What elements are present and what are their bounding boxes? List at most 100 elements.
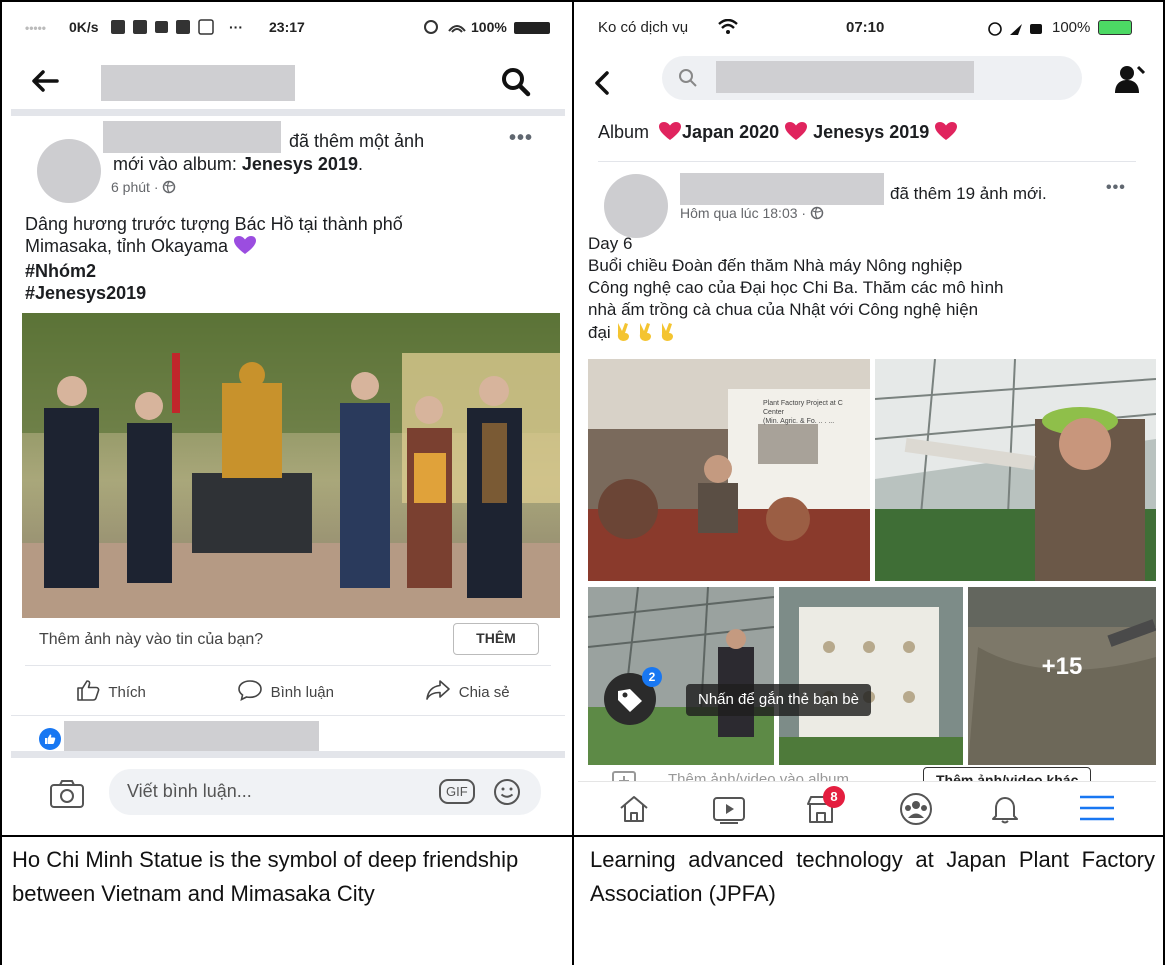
- share-arrow-icon: [425, 679, 451, 705]
- gif-icon[interactable]: GIF: [439, 779, 475, 804]
- battery-icon: [514, 22, 550, 34]
- wifi-icon: [718, 18, 738, 39]
- avatar[interactable]: [604, 174, 668, 238]
- right-phone-screenshot: Ko có dịch vụ 07:10 100% Album Japan 202…: [578, 11, 1156, 835]
- reactors-redacted[interactable]: [64, 721, 319, 755]
- post-timestamp[interactable]: Hôm qua lúc 18:03 ·: [680, 205, 824, 223]
- carrier-label: Ko có dịch vụ: [598, 19, 689, 36]
- status-bar: ••••• 0K/s ··· 23:17 100%: [11, 11, 565, 45]
- network-speed: 0K/s: [69, 19, 99, 35]
- victory-hand-icon: [615, 321, 681, 347]
- status-time: 07:10: [846, 19, 885, 36]
- album-title-row[interactable]: Album Japan 2020 Jenesys 2019: [598, 121, 958, 146]
- notifications-bell-icon[interactable]: [990, 794, 1020, 829]
- photo-greenhouse-guide[interactable]: [875, 359, 1156, 581]
- signal-icon: •••••: [25, 21, 47, 35]
- post-menu-icon[interactable]: •••: [1106, 179, 1126, 197]
- photo-hydroponic-roots[interactable]: [779, 587, 963, 765]
- back-arrow-icon[interactable]: [31, 69, 59, 98]
- caption-line: Buổi chiều Đoàn đến thăm Nhà máy Nông ng…: [588, 256, 963, 275]
- thumbs-up-icon: [76, 679, 100, 705]
- hashtag[interactable]: #Nhóm2: [25, 260, 555, 282]
- post-caption: Day 6 Buổi chiều Đoàn đến thăm Nhà máy N…: [588, 233, 1148, 347]
- status-bar: Ko có dịch vụ 07:10 100%: [578, 11, 1156, 45]
- tag-friends-button[interactable]: 2: [604, 667, 662, 725]
- search-input[interactable]: [662, 56, 1082, 100]
- caption-line: Mimasaka, tỉnh Okayama: [25, 235, 555, 260]
- table-border-center: [572, 0, 574, 965]
- globe-icon: [162, 180, 176, 197]
- groups-icon[interactable]: [898, 792, 934, 831]
- header-divider: [11, 109, 565, 116]
- author-name-redacted[interactable]: [103, 121, 281, 153]
- divider: [25, 665, 551, 666]
- status-icons: [401, 19, 471, 38]
- post-caption: Dâng hương trước tượng Bác Hồ tại thành …: [25, 213, 555, 304]
- add-to-story-button[interactable]: THÊM: [453, 623, 539, 655]
- status-time: 23:17: [269, 19, 305, 35]
- red-heart-icon: [934, 121, 958, 146]
- right-caption-cell: Learning advanced technology at Japan Pl…: [590, 847, 1155, 906]
- status-icons: [988, 21, 1048, 41]
- more-photos-count: +15: [1041, 653, 1083, 680]
- camera-icon[interactable]: [49, 779, 85, 814]
- comment-input[interactable]: Viết bình luận... GIF: [109, 769, 541, 815]
- left-caption-cell: Ho Chi Minh Statue is the symbol of deep…: [12, 847, 519, 906]
- comment-divider: [11, 751, 565, 758]
- bottom-nav: 8: [578, 781, 1156, 835]
- divider: [598, 161, 1136, 162]
- purple-heart-icon: [233, 235, 257, 260]
- photo-presentation[interactable]: Plant Factory Project at C Center (Min. …: [588, 359, 870, 581]
- author-name-redacted[interactable]: [680, 173, 884, 205]
- red-heart-icon: [784, 121, 808, 146]
- album-link[interactable]: Jenesys 2019: [242, 154, 358, 174]
- caption-line: Công nghệ cao của Đại học Chi Ba. Thăm c…: [588, 278, 1004, 297]
- post-action-line: đã thêm một ảnh: [289, 131, 425, 151]
- table-border-top: [0, 0, 1165, 2]
- globe-icon: [810, 206, 824, 223]
- post-actions: Thích Bình luận Chia sẻ: [31, 675, 555, 709]
- caption-line: Dâng hương trước tượng Bác Hồ tại thành …: [25, 214, 403, 234]
- emoji-icon[interactable]: [493, 778, 521, 811]
- search-icon: [678, 68, 698, 93]
- marketplace-badge: 8: [823, 786, 845, 808]
- search-query-redacted[interactable]: [101, 65, 295, 101]
- story-prompt: Thêm ảnh này vào tin của bạn?: [39, 631, 264, 648]
- hashtag[interactable]: #Jenesys2019: [25, 282, 555, 304]
- post-album-line: mới vào album: Jenesys 2019.: [113, 154, 363, 174]
- divider: [11, 715, 565, 716]
- tag-tooltip: Nhấn để gắn thẻ bạn bè: [686, 684, 871, 716]
- search-header: [11, 61, 565, 111]
- tag-count-badge: 2: [642, 667, 662, 687]
- slide-title: Plant Factory Project at C Center (Min. …: [763, 400, 843, 425]
- search-query-redacted: [716, 61, 974, 93]
- back-chevron-icon[interactable]: [594, 71, 610, 100]
- comparison-table: ••••• 0K/s ··· 23:17 100% đã thêm một ản…: [0, 0, 1165, 965]
- battery-percent: 100%: [471, 19, 507, 35]
- left-phone-screenshot: ••••• 0K/s ··· 23:17 100% đã thêm một ản…: [11, 11, 565, 835]
- avatar[interactable]: [37, 139, 101, 203]
- comment-placeholder: Viết bình luận...: [127, 781, 252, 801]
- tag-icon: [616, 687, 644, 718]
- search-icon[interactable]: [501, 67, 531, 102]
- table-border-middle: [0, 835, 1165, 837]
- caption-line: nhà ấm trồng cà chua của Nhật với Công n…: [588, 300, 979, 319]
- menu-hamburger-icon[interactable]: [1078, 794, 1116, 827]
- notification-icons: [111, 19, 219, 38]
- watch-video-icon[interactable]: [712, 796, 746, 829]
- post-action-line: đã thêm 19 ảnh mới.: [890, 184, 1047, 203]
- post-menu-icon[interactable]: •••: [509, 127, 533, 150]
- more-notifications: ···: [229, 19, 243, 35]
- comment-button[interactable]: Bình luận: [237, 679, 334, 705]
- like-button[interactable]: Thích: [76, 679, 146, 705]
- red-heart-icon: [658, 121, 682, 146]
- caption-line: đại: [588, 321, 1148, 347]
- battery-charging-icon: [1098, 20, 1132, 35]
- photo-more[interactable]: +15: [968, 587, 1156, 765]
- post-timestamp[interactable]: 6 phút ·: [111, 179, 176, 197]
- battery-percent: 100%: [1052, 19, 1091, 36]
- post-photo-statue[interactable]: [22, 313, 560, 618]
- home-icon[interactable]: [618, 794, 650, 829]
- share-button[interactable]: Chia sẻ: [425, 679, 510, 705]
- profile-edit-icon[interactable]: [1114, 63, 1146, 100]
